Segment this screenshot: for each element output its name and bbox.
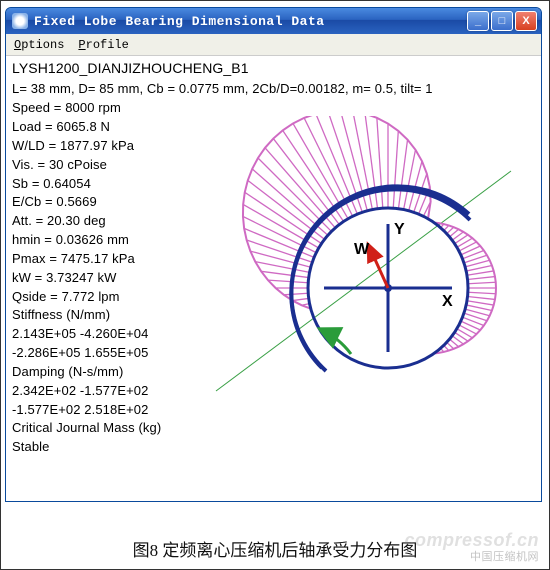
geom-line: L= 38 mm, D= 85 mm, Cb = 0.0775 mm, 2Cb/… — [12, 80, 433, 99]
hmin-line: hmin = 0.03626 mm — [12, 231, 433, 250]
damp-row1: 2.342E+02 -1.577E+02 — [12, 382, 433, 401]
pmax-line: Pmax = 7475.17 kPa — [12, 250, 433, 269]
speed-line: Speed = 8000 rpm — [12, 99, 433, 118]
kw-line: kW = 3.73247 kW — [12, 269, 433, 288]
window-title: Fixed Lobe Bearing Dimensional Data — [34, 14, 467, 29]
damp-row2: -1.577E+02 2.518E+02 — [12, 401, 433, 420]
damp-head: Damping (N-s/mm) — [12, 363, 433, 382]
watermark-line2: 中国压缩机网 — [404, 551, 539, 563]
app-icon — [12, 13, 28, 29]
cjm-line: Critical Journal Mass (kg) — [12, 419, 433, 438]
stiff-head: Stiffness (N/mm) — [12, 306, 433, 325]
ecb-line: E/Cb = 0.5669 — [12, 193, 433, 212]
menubar: Options Profile — [6, 34, 541, 56]
close-button[interactable]: X — [515, 11, 537, 31]
load-line: Load = 6065.8 N — [12, 118, 433, 137]
vis-line: Vis. = 30 cPoise — [12, 156, 433, 175]
qside-line: Qside = 7.772 lpm — [12, 288, 433, 307]
maximize-button[interactable]: □ — [491, 11, 513, 31]
x-axis-label: X — [442, 293, 453, 310]
menu-profile[interactable]: Profile — [74, 36, 132, 54]
stable-line: Stable — [12, 438, 433, 457]
watermark-line1: compressof.cn — [404, 531, 539, 551]
sb-line: Sb = 0.64054 — [12, 175, 433, 194]
stiff-row1: 2.143E+05 -4.260E+04 — [12, 325, 433, 344]
wld-line: W/LD = 1877.97 kPa — [12, 137, 433, 156]
titlebar[interactable]: Fixed Lobe Bearing Dimensional Data _ □ … — [6, 8, 541, 34]
menu-options[interactable]: Options — [10, 36, 68, 54]
watermark: compressof.cn 中国压缩机网 — [404, 531, 539, 563]
att-line: Att. = 20.30 deg — [12, 212, 433, 231]
bearing-name: LYSH1200_DIANJIZHOUCHENG_B1 — [12, 58, 433, 78]
data-block: LYSH1200_DIANJIZHOUCHENG_B1 L= 38 mm, D=… — [12, 58, 433, 457]
minimize-button[interactable]: _ — [467, 11, 489, 31]
client-area: LYSH1200_DIANJIZHOUCHENG_B1 L= 38 mm, D=… — [6, 56, 541, 501]
stiff-row2: -2.286E+05 1.655E+05 — [12, 344, 433, 363]
